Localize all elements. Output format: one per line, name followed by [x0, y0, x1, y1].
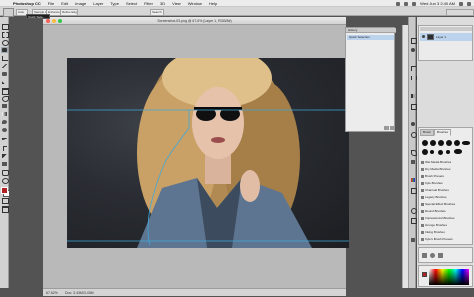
character-icon — [411, 66, 416, 71]
brush-set-item[interactable]: Dry Media Brushes — [421, 167, 474, 172]
brushes-panel: Brush Brushes Wet Media Brushes Dry Medi… — [418, 127, 473, 245]
folder-icon — [421, 181, 424, 185]
brush-set-item[interactable]: Special Effect Brushes — [421, 202, 474, 207]
color-fg-chip[interactable] — [422, 272, 427, 277]
channels-panel-button[interactable] — [410, 159, 416, 165]
history-panel: History Quick Selection — [345, 27, 396, 132]
folder-icon — [421, 167, 424, 171]
brush-settings-icon — [411, 122, 415, 126]
brush-preset[interactable] — [438, 140, 444, 146]
history-item[interactable]: Quick Selection — [347, 35, 394, 40]
brush-set-label: Charcoal Brushes — [425, 188, 449, 192]
brush-set-item[interactable]: Round Brushes — [421, 209, 474, 214]
layers-panel: Layer 1 — [418, 25, 473, 61]
brush-set-item[interactable]: Legacy Brushes — [421, 195, 474, 200]
layer-row[interactable]: Layer 1 — [420, 33, 472, 41]
layer-name[interactable]: Layer 1 — [436, 33, 446, 41]
layer-thumbnail — [427, 34, 434, 40]
swatches-panel-button[interactable] — [410, 177, 416, 183]
brush-preset[interactable] — [430, 150, 434, 154]
clone-source-button[interactable] — [410, 131, 417, 138]
levels-icon[interactable] — [430, 253, 435, 258]
brush-set-item[interactable]: Kyle Brushes — [421, 181, 474, 186]
status-bar: 67.62% Doc: 3.43M/3.43M — [43, 288, 346, 296]
tab-brush[interactable]: Brush — [420, 129, 434, 136]
adjustments-panel-button[interactable] — [410, 93, 416, 99]
adjustments-icon — [411, 94, 415, 98]
brightness-icon[interactable] — [422, 253, 427, 258]
navigator-panel-button[interactable] — [410, 217, 417, 224]
brush-settings-button[interactable] — [410, 121, 416, 127]
tool-presets-button[interactable] — [410, 237, 416, 243]
brush-preset[interactable] — [422, 149, 428, 155]
paragraph-panel-button[interactable] — [410, 75, 417, 81]
paths-panel-button[interactable] — [410, 149, 417, 156]
brush-preset[interactable] — [422, 140, 428, 146]
eye-icon[interactable] — [422, 35, 425, 38]
brush-preset[interactable] — [462, 141, 470, 145]
panel-icon-column — [408, 17, 417, 288]
tab-brushes[interactable]: Brushes — [434, 129, 452, 136]
history-delete-button[interactable] — [390, 126, 395, 130]
brush-set-item[interactable]: Impressionist Brushes — [421, 216, 474, 221]
styles-panel-button[interactable] — [410, 187, 417, 194]
brush-set-label: Round Brushes — [425, 209, 446, 213]
brush-set-item[interactable]: Kyle's Brush Presets — [421, 237, 474, 242]
layers-panel-header — [420, 27, 472, 31]
brush-set-label: Legacy Brushes — [425, 195, 447, 199]
brush-set-label: Impressionist Brushes — [425, 216, 455, 220]
right-panels: Layer 1 Brush Brushes Wet Media Brushes … — [417, 17, 474, 288]
folder-icon — [421, 237, 424, 241]
folder-icon — [421, 195, 424, 199]
actions-panel-button[interactable] — [410, 47, 416, 53]
history-snapshot-button[interactable] — [384, 126, 389, 130]
folder-icon — [421, 202, 424, 206]
info-panel-button[interactable] — [410, 207, 417, 214]
channels-icon — [411, 160, 415, 164]
history-tab[interactable]: History — [346, 28, 396, 33]
folder-icon — [421, 209, 424, 213]
brush-preset[interactable] — [446, 140, 452, 146]
tool-tooltip: Quick Sele... — [26, 14, 50, 19]
history-panel-button[interactable] — [410, 37, 417, 44]
brush-set-label: Kyle's Brush Presets — [425, 237, 453, 241]
brush-preset[interactable] — [446, 150, 450, 154]
play-icon — [411, 48, 415, 52]
folder-icon — [421, 174, 424, 178]
brush-set-label: Inking Brushes — [425, 230, 445, 234]
brush-set-label: Kyle Brushes — [425, 181, 443, 185]
folder-icon — [421, 160, 424, 164]
folder-icon — [421, 223, 424, 227]
brush-set-item[interactable]: Grunge Brushes — [421, 223, 474, 228]
brush-set-item[interactable]: Charcoal Brushes — [421, 188, 474, 193]
color-spectrum[interactable] — [429, 269, 469, 285]
brush-preset[interactable] — [438, 150, 443, 155]
brush-set-item[interactable]: Wet Media Brushes — [421, 160, 474, 165]
folder-icon — [421, 188, 424, 192]
folder-icon — [421, 230, 424, 234]
brush-set-label: Dry Media Brushes — [425, 167, 451, 171]
swatches-icon — [411, 178, 415, 182]
brush-set-item[interactable]: Inking Brushes — [421, 230, 474, 235]
brush-set-label: Grunge Brushes — [425, 223, 447, 227]
adjustments-panel — [418, 247, 473, 263]
curves-icon[interactable] — [438, 253, 443, 258]
brush-set-label: Wet Media Brushes — [425, 160, 452, 164]
brush-set-label: Special Effect Brushes — [425, 202, 456, 206]
brush-set-label: Brush Presets — [425, 174, 444, 178]
color-panel — [418, 265, 473, 287]
character-panel-button[interactable] — [410, 65, 416, 71]
properties-panel-button[interactable] — [410, 103, 417, 110]
brush-preset[interactable] — [454, 149, 462, 154]
brush-preset[interactable] — [430, 140, 436, 146]
selection-path — [147, 110, 190, 246]
folder-icon — [421, 216, 424, 220]
brush-set-item[interactable]: Brush Presets — [421, 174, 474, 179]
tool-presets-icon — [411, 238, 415, 242]
brush-preset[interactable] — [454, 140, 460, 146]
